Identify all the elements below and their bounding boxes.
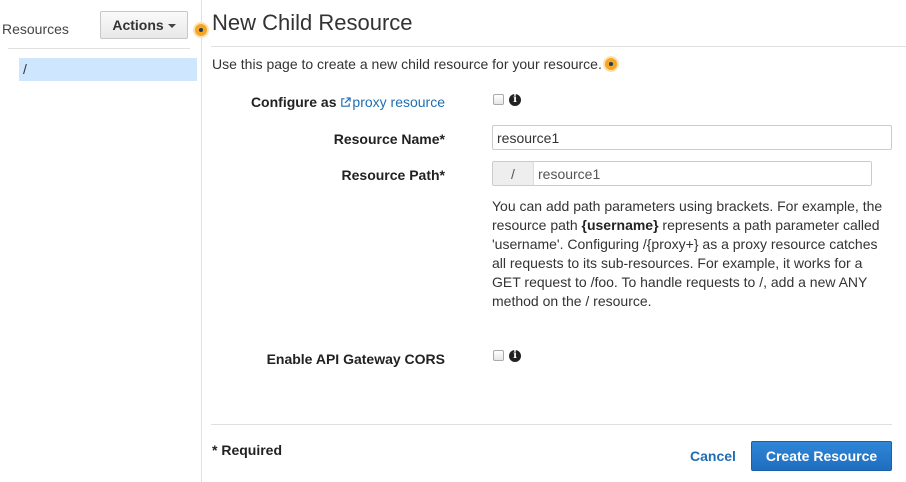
resource-path-field: /	[492, 161, 872, 186]
configure-proxy-label-text: Configure as	[250, 94, 337, 110]
external-link-icon	[341, 97, 352, 107]
proxy-link-text: proxy resource	[352, 94, 445, 110]
page-title: New Child Resource	[212, 10, 413, 35]
configure-proxy-label: Configure as proxy resource	[251, 94, 445, 110]
actions-button[interactable]: Actions	[100, 11, 188, 39]
cancel-button[interactable]: Cancel	[690, 448, 736, 464]
actions-label: Actions	[112, 17, 164, 33]
info-circle-icon[interactable]: i	[509, 350, 521, 362]
resource-path-label: Resource Path*	[341, 167, 445, 183]
caret-down-icon	[167, 24, 176, 28]
create-resource-button[interactable]: Create Resource	[751, 441, 892, 471]
resource-name-label: Resource Name*	[333, 131, 445, 147]
enable-cors-checkbox[interactable]	[493, 350, 504, 361]
enable-cors-label: Enable API Gateway CORS	[266, 351, 445, 367]
path-prefix: /	[493, 162, 534, 185]
resource-name-input[interactable]	[492, 125, 892, 150]
intro-text: Use this page to create a new child reso…	[212, 56, 602, 72]
help-text-bold: {username}	[581, 217, 659, 233]
tree-item-root[interactable]: /	[19, 58, 197, 81]
divider	[211, 46, 906, 47]
tour-hotspot-icon[interactable]	[195, 24, 207, 36]
divider	[8, 48, 190, 49]
configure-proxy-checkbox[interactable]	[493, 94, 504, 105]
intro-text-content: Use this page to create a new child reso…	[212, 56, 602, 72]
path-help-text: You can add path parameters using bracke…	[492, 197, 892, 311]
resources-title: Resources	[2, 21, 69, 37]
tree-item-label: /	[23, 61, 27, 77]
divider	[211, 424, 892, 425]
info-circle-icon[interactable]: i	[509, 94, 521, 106]
resource-path-input[interactable]	[534, 162, 871, 185]
tour-hotspot-icon[interactable]	[605, 58, 617, 70]
proxy-resource-link[interactable]: proxy resource	[340, 94, 445, 110]
resources-panel: Resources Actions /	[0, 0, 202, 482]
required-note: * Required	[212, 442, 283, 458]
